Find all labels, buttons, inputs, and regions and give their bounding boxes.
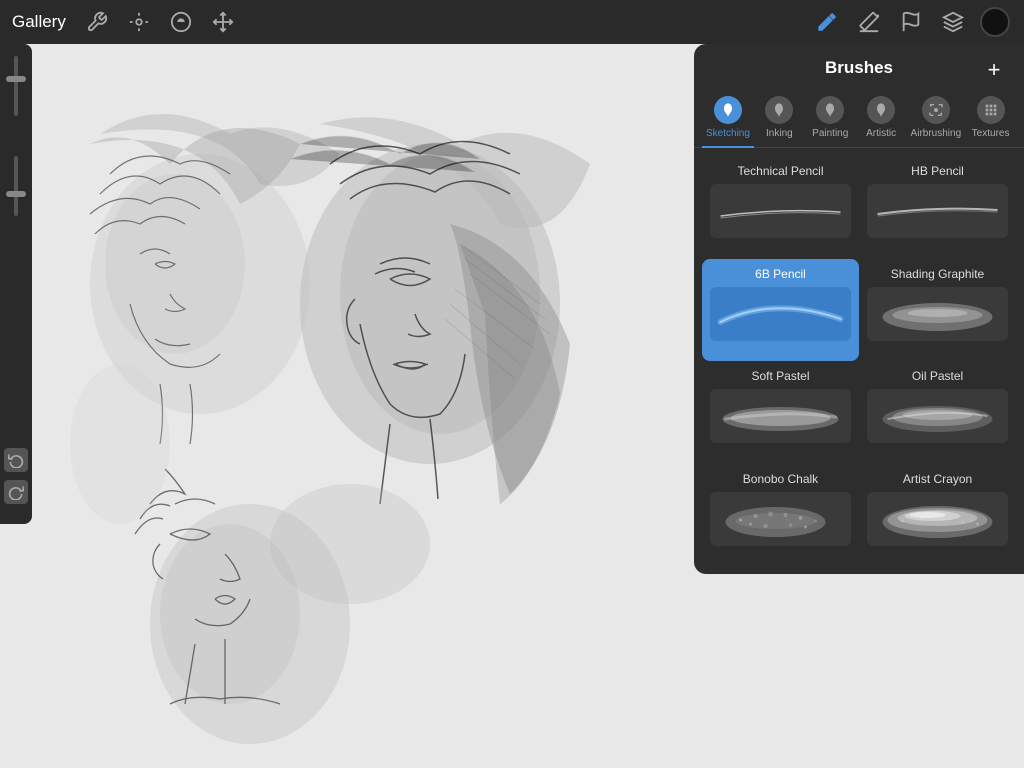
brush-grid: Technical Pencil HB Pencil 6B Pencil	[694, 148, 1024, 574]
brush-item-6b-pencil[interactable]: 6B Pencil	[702, 259, 859, 362]
brushes-panel: Brushes + Sketching	[694, 44, 1024, 574]
opacity-slider[interactable]	[14, 56, 18, 116]
panel-header: Brushes +	[694, 44, 1024, 86]
tab-artistic[interactable]: Artistic	[856, 90, 907, 147]
artistic-icon	[867, 96, 895, 124]
brush-preview-oil-pastel	[867, 389, 1008, 443]
layers-icon[interactable]	[936, 5, 970, 39]
tab-inking-label: Inking	[766, 128, 793, 139]
brush-name-soft-pastel: Soft Pastel	[710, 369, 851, 383]
tab-airbrushing[interactable]: Airbrushing	[907, 90, 966, 147]
brush-item-oil-pastel[interactable]: Oil Pastel	[859, 361, 1016, 464]
panel-title: Brushes	[825, 58, 893, 78]
brush-name-oil-pastel: Oil Pastel	[867, 369, 1008, 383]
brush-item-bonobo-chalk[interactable]: Bonobo Chalk	[702, 464, 859, 567]
add-brush-button[interactable]: +	[980, 56, 1008, 84]
brush-name-6b-pencil: 6B Pencil	[710, 267, 851, 281]
smudge-tool-icon[interactable]	[894, 5, 928, 39]
undo-button[interactable]	[4, 448, 28, 472]
smudge-icon[interactable]	[164, 5, 198, 39]
redo-button[interactable]	[4, 480, 28, 504]
sketch-artwork	[0, 44, 635, 768]
tab-sketching-label: Sketching	[706, 128, 750, 139]
wrench-icon[interactable]	[80, 5, 114, 39]
user-avatar[interactable]	[978, 5, 1012, 39]
right-icons	[810, 5, 1012, 39]
brush-tool-icon[interactable]	[810, 5, 844, 39]
brush-name-bonobo-chalk: Bonobo Chalk	[710, 472, 851, 486]
brush-preview-soft-pastel	[710, 389, 851, 443]
inking-icon	[765, 96, 793, 124]
cursor-icon[interactable]	[122, 5, 156, 39]
painting-icon	[816, 96, 844, 124]
gallery-button[interactable]: Gallery	[12, 12, 66, 32]
airbrushing-icon	[922, 96, 950, 124]
brush-preview-technical-pencil	[710, 184, 851, 238]
brush-name-technical-pencil: Technical Pencil	[710, 164, 851, 178]
brush-item-hb-pencil[interactable]: HB Pencil	[859, 156, 1016, 259]
brush-preview-artist-crayon	[867, 492, 1008, 546]
tab-textures-label: Textures	[972, 128, 1010, 139]
tab-painting[interactable]: Painting	[805, 90, 856, 147]
tab-sketching[interactable]: Sketching	[702, 90, 754, 147]
eraser-tool-icon[interactable]	[852, 5, 886, 39]
brush-preview-6b-pencil	[710, 287, 851, 341]
brush-preview-shading-graphite	[867, 287, 1008, 341]
tab-artistic-label: Artistic	[866, 128, 896, 139]
brush-preview-hb-pencil	[867, 184, 1008, 238]
brush-item-artist-crayon[interactable]: Artist Crayon	[859, 464, 1016, 567]
tool-icons	[80, 5, 240, 39]
sketching-icon	[714, 96, 742, 124]
tab-airbrushing-label: Airbrushing	[911, 128, 962, 139]
tab-painting-label: Painting	[812, 128, 848, 139]
brush-preview-bonobo-chalk	[710, 492, 851, 546]
brush-item-technical-pencil[interactable]: Technical Pencil	[702, 156, 859, 259]
transform-icon[interactable]	[206, 5, 240, 39]
size-slider[interactable]	[14, 156, 18, 216]
toolbar: Gallery	[0, 0, 1024, 44]
textures-icon	[977, 96, 1005, 124]
brush-name-shading-graphite: Shading Graphite	[867, 267, 1008, 281]
left-sidebar	[0, 44, 32, 524]
brush-item-soft-pastel[interactable]: Soft Pastel	[702, 361, 859, 464]
category-tabs: Sketching Inking Paintin	[694, 86, 1024, 148]
brush-name-hb-pencil: HB Pencil	[867, 164, 1008, 178]
tab-inking[interactable]: Inking	[754, 90, 805, 147]
tab-textures[interactable]: Textures	[965, 90, 1016, 147]
brush-item-shading-graphite[interactable]: Shading Graphite	[859, 259, 1016, 362]
brush-name-artist-crayon: Artist Crayon	[867, 472, 1008, 486]
